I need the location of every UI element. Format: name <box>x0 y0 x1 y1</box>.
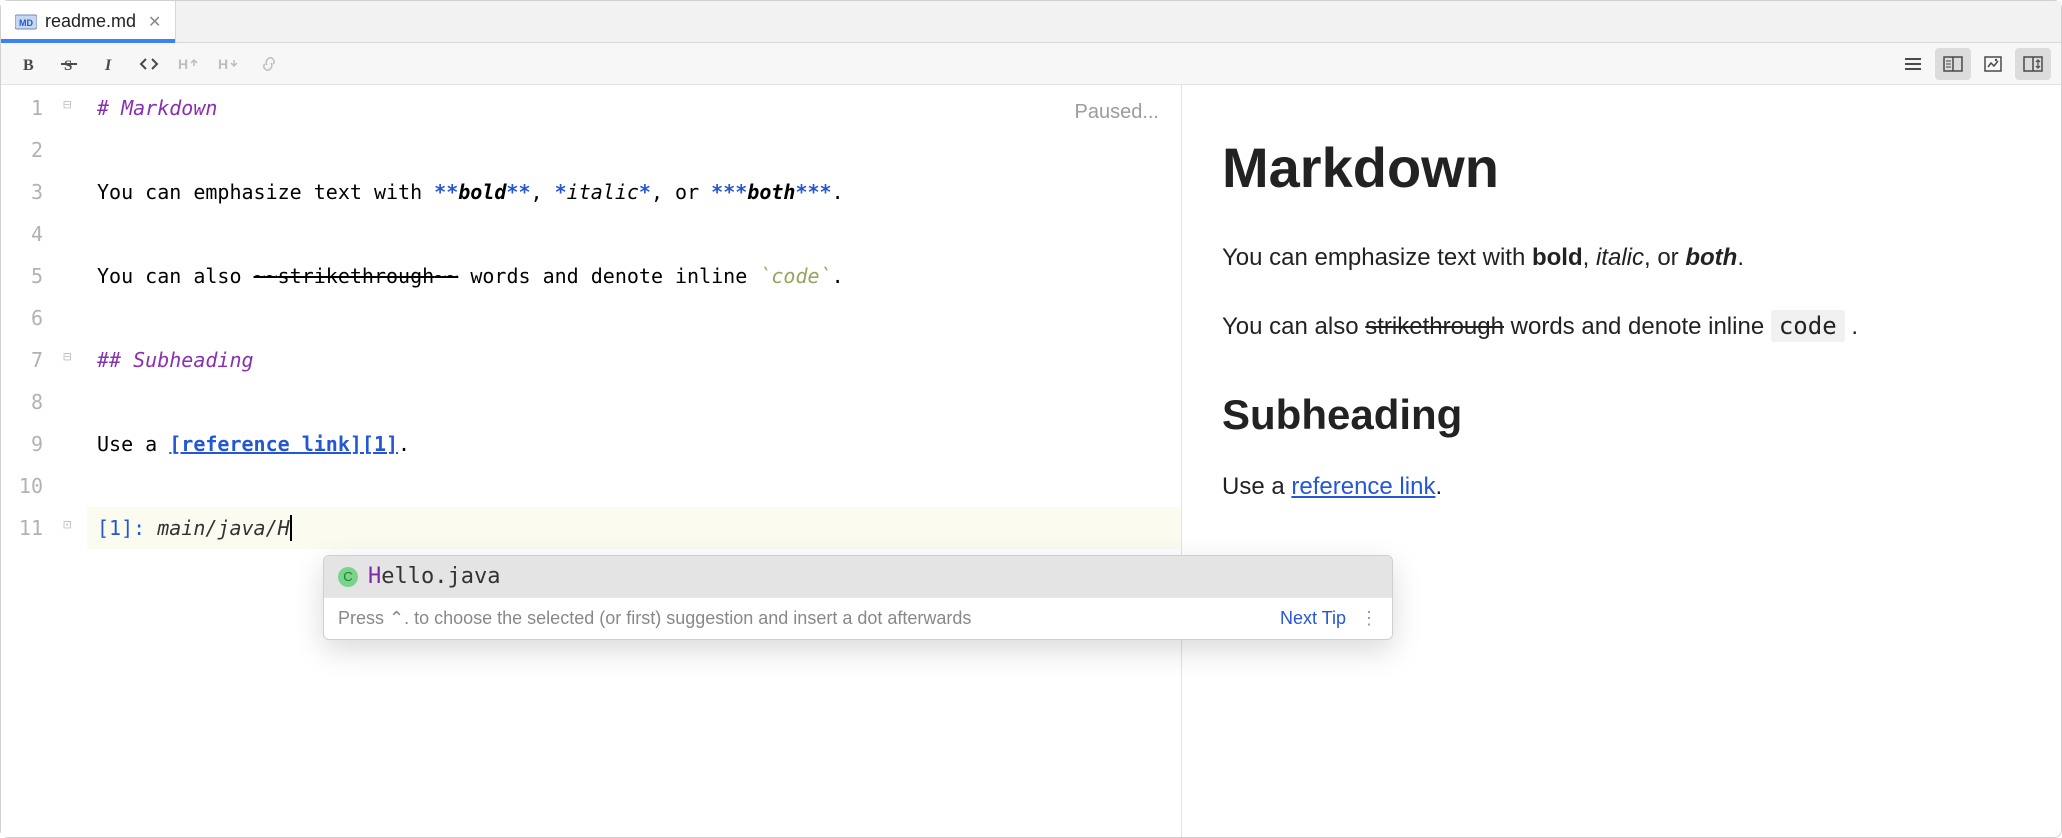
next-tip-link[interactable]: Next Tip <box>1280 608 1346 629</box>
heading-increase-button[interactable]: H <box>211 48 247 80</box>
close-icon[interactable]: ✕ <box>148 12 161 32</box>
class-file-icon: C <box>338 567 358 587</box>
code-line: You can emphasize text with **bold**, *i… <box>87 171 1181 213</box>
code-line: Use a [reference link][1]. <box>87 423 1181 465</box>
strikethrough-button[interactable]: S <box>51 48 87 80</box>
code-line: ## Subheading <box>87 339 1181 381</box>
preview-only-view-button[interactable] <box>1975 48 2011 80</box>
svg-text:B: B <box>23 57 34 73</box>
svg-text:I: I <box>104 57 112 73</box>
hint-text: Press ⌃. to choose the selected (or firs… <box>338 608 971 629</box>
italic-button[interactable]: I <box>91 48 127 80</box>
code-line <box>87 465 1181 507</box>
preview-link[interactable]: reference link <box>1291 473 1435 500</box>
preview-paragraph: You can also strikethrough words and den… <box>1222 308 2021 345</box>
preview-h1: Markdown <box>1222 135 2021 200</box>
svg-text:H: H <box>218 56 228 72</box>
autocomplete-hint: Press ⌃. to choose the selected (or firs… <box>324 597 1392 639</box>
sync-scroll-button[interactable] <box>2015 48 2051 80</box>
preview-pane: Markdown You can emphasize text with bol… <box>1182 85 2061 837</box>
code-line <box>87 381 1181 423</box>
code-line <box>87 297 1181 339</box>
bold-button[interactable]: B <box>11 48 47 80</box>
code-line: [1]: main/java/H <box>87 507 1181 549</box>
code-line: # Markdown <box>87 87 1181 129</box>
tab-filename: readme.md <box>45 11 136 32</box>
heading-decrease-button[interactable]: H <box>171 48 207 80</box>
fold-column: ⊟⊟⊡ <box>61 85 87 837</box>
code-line <box>87 129 1181 171</box>
editor-only-view-button[interactable] <box>1895 48 1931 80</box>
markdown-toolbar: B S I H H <box>1 43 2061 85</box>
text-caret <box>290 515 292 541</box>
code-line: You can also ~~strikethrough~~ words and… <box>87 255 1181 297</box>
link-button[interactable] <box>251 48 287 80</box>
preview-h2: Subheading <box>1222 391 2021 439</box>
tab-bar: MD readme.md ✕ <box>1 1 2061 43</box>
svg-text:H: H <box>178 56 188 72</box>
autocomplete-item[interactable]: C Hello.java <box>324 556 1392 597</box>
autocomplete-popup: C Hello.java Press ⌃. to choose the sele… <box>323 555 1393 640</box>
split-view-button[interactable] <box>1935 48 1971 80</box>
file-tab[interactable]: MD readme.md ✕ <box>1 1 176 42</box>
markdown-file-icon: MD <box>15 13 37 31</box>
code-button[interactable] <box>131 48 167 80</box>
more-icon[interactable]: ⋮ <box>1360 608 1378 629</box>
svg-text:MD: MD <box>19 18 33 28</box>
code-area[interactable]: Paused... # Markdown You can emphasize t… <box>87 85 1181 837</box>
svg-text:S: S <box>64 58 72 73</box>
editor-pane[interactable]: 1234567891011 ⊟⊟⊡ Paused... # Markdown Y… <box>1 85 1181 837</box>
line-gutter: 1234567891011 <box>1 85 61 837</box>
code-line <box>87 213 1181 255</box>
preview-paragraph: You can emphasize text with bold, italic… <box>1222 240 2021 276</box>
main-split: 1234567891011 ⊟⊟⊡ Paused... # Markdown Y… <box>1 85 2061 837</box>
preview-paragraph: Use a reference link. <box>1222 469 2021 505</box>
